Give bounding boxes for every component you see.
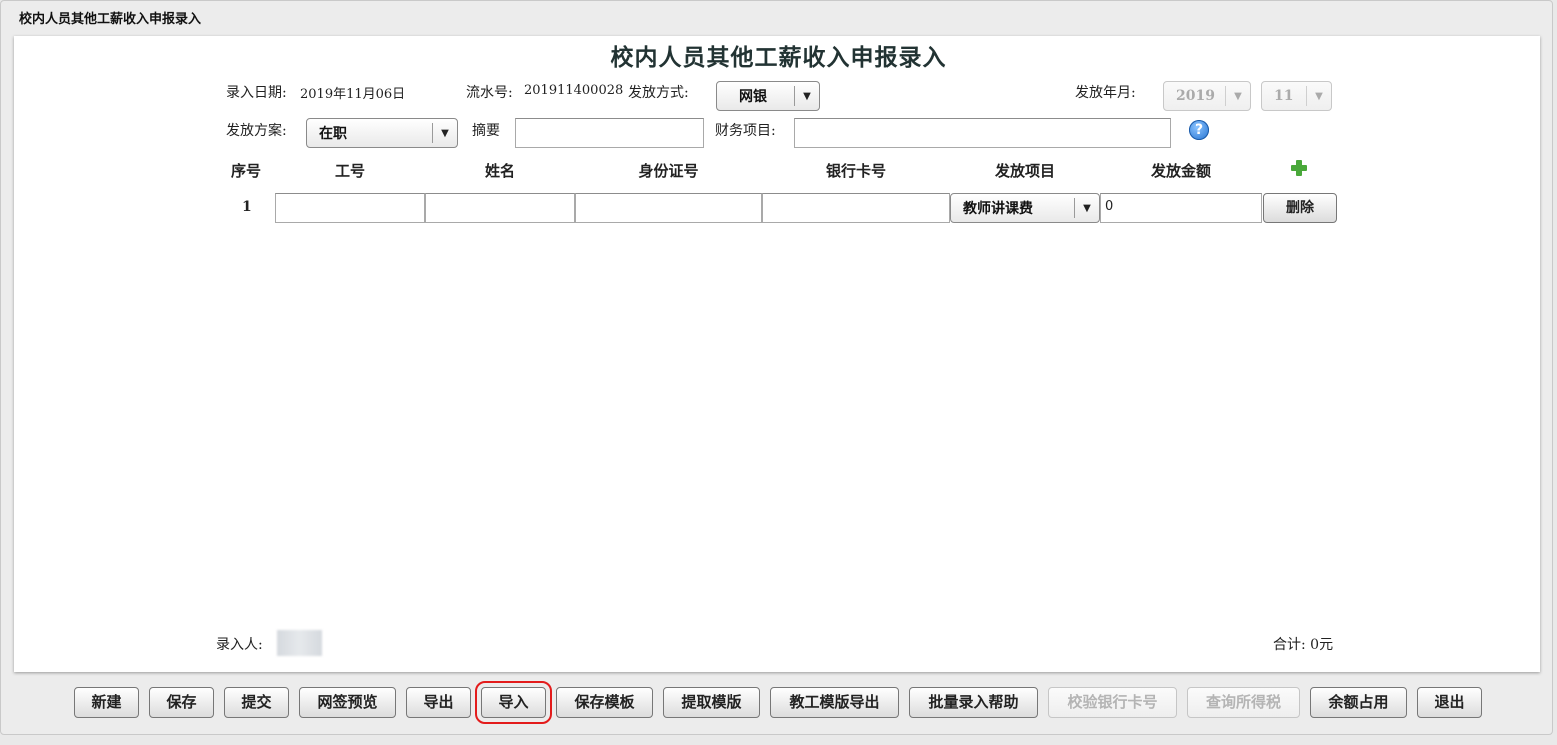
staff-template-export-button[interactable]: 教工模版导出 <box>770 687 899 718</box>
header-index: 序号 <box>230 162 261 180</box>
page-title: 校内人员其他工薪收入申报录入 <box>610 44 947 71</box>
save-template-button[interactable]: 保存模板 <box>556 687 653 718</box>
submit-button[interactable]: 提交 <box>224 687 289 718</box>
serial-label: 流水号: <box>466 85 513 101</box>
item-select[interactable]: 教师讲课费 ▼ <box>950 193 1100 223</box>
plan-label: 发放方案: <box>226 123 287 139</box>
chevron-down-icon: ▼ <box>1225 86 1250 106</box>
plan-value: 在职 <box>319 126 347 142</box>
finance-input[interactable] <box>794 118 1171 148</box>
entry-date-value: 2019年11月06日 <box>300 87 406 102</box>
query-tax-button[interactable]: 查询所得税 <box>1187 687 1300 718</box>
verify-bank-card-button[interactable]: 校验银行卡号 <box>1048 687 1177 718</box>
batch-entry-help-button[interactable]: 批量录入帮助 <box>909 687 1038 718</box>
serial-value: 201911400028 <box>524 83 624 98</box>
entered-by-label: 录入人: <box>216 637 263 653</box>
delete-row-button[interactable]: 删除 <box>1263 193 1337 223</box>
total-label: 合计: 0元 <box>1273 637 1334 653</box>
balance-occupy-button[interactable]: 余额占用 <box>1310 687 1407 718</box>
finance-label: 财务项目: <box>715 123 776 139</box>
entry-date-label: 录入日期: <box>226 85 287 101</box>
name-input[interactable] <box>425 193 575 223</box>
payment-method-select[interactable]: 网银 ▼ <box>716 81 820 111</box>
add-row-icon[interactable] <box>1291 160 1307 176</box>
bank-card-input[interactable] <box>762 193 950 223</box>
entered-by-value-redacted <box>277 630 322 656</box>
item-value: 教师讲课费 <box>963 201 1033 217</box>
header-id-card: 身份证号 <box>638 162 699 180</box>
summary-label: 摘要 <box>472 123 500 139</box>
export-button[interactable]: 导出 <box>406 687 471 718</box>
pay-period-label: 发放年月: <box>1075 85 1136 101</box>
new-button[interactable]: 新建 <box>74 687 139 718</box>
pay-month-select[interactable]: 11 ▼ <box>1261 81 1332 111</box>
header-amount: 发放金额 <box>1150 162 1211 180</box>
chevron-down-icon: ▼ <box>432 123 457 143</box>
payment-method-label: 发放方式: <box>628 85 689 101</box>
header-name: 姓名 <box>484 162 515 180</box>
sign-preview-button[interactable]: 网签预览 <box>299 687 396 718</box>
pay-year-value: 2019 <box>1176 88 1215 104</box>
payment-method-value: 网银 <box>739 89 767 105</box>
summary-input[interactable] <box>515 118 704 148</box>
extract-template-button[interactable]: 提取模版 <box>663 687 760 718</box>
chevron-down-icon: ▼ <box>1306 86 1331 106</box>
chevron-down-icon: ▼ <box>794 86 819 106</box>
window-title: 校内人员其他工薪收入申报录入 <box>19 12 202 27</box>
help-icon[interactable]: ? <box>1189 120 1209 140</box>
pay-month-value: 11 <box>1274 88 1294 104</box>
amount-input[interactable]: 0 <box>1100 193 1262 223</box>
header-item: 发放项目 <box>994 162 1055 180</box>
exit-button[interactable]: 退出 <box>1417 687 1482 718</box>
pay-year-select[interactable]: 2019 ▼ <box>1163 81 1251 111</box>
header-staff-id: 工号 <box>334 162 365 180</box>
staff-id-input[interactable] <box>275 193 425 223</box>
save-button[interactable]: 保存 <box>149 687 214 718</box>
import-button[interactable]: 导入 <box>475 681 552 724</box>
chevron-down-icon: ▼ <box>1074 198 1099 218</box>
header-bank-card: 银行卡号 <box>825 162 886 180</box>
row-index: 1 <box>242 199 252 215</box>
id-card-input[interactable] <box>575 193 762 223</box>
plan-select[interactable]: 在职 ▼ <box>306 118 458 148</box>
